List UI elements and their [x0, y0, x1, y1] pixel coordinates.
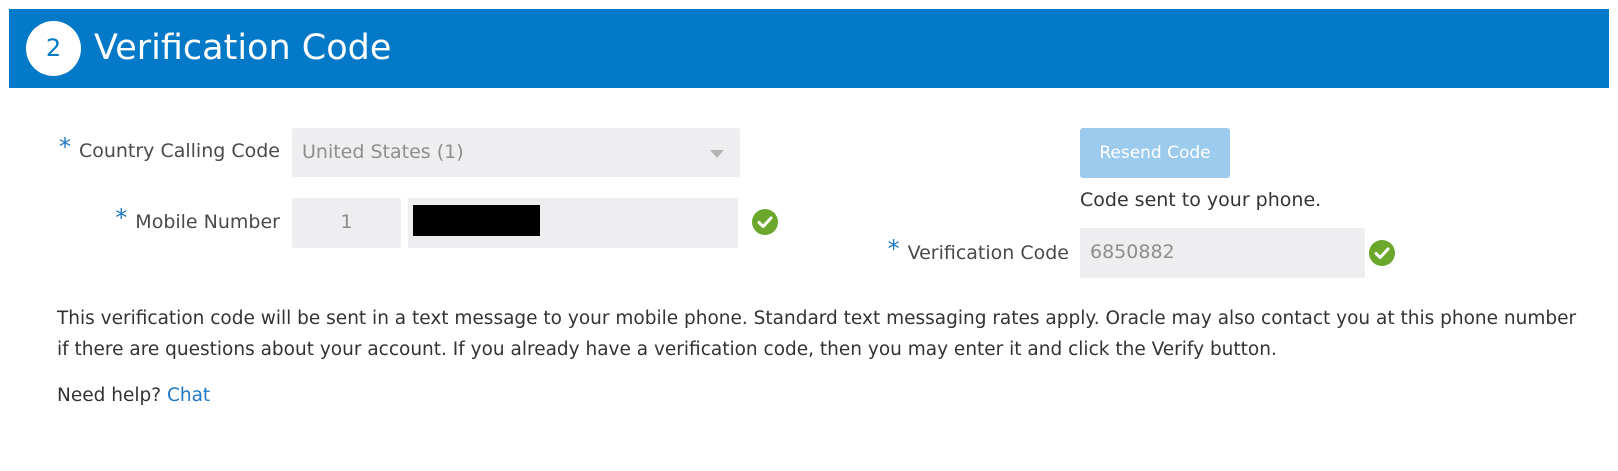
country-calling-code-value: United States (1) — [302, 141, 464, 163]
mobile-number-valid-check-icon — [752, 209, 778, 235]
required-marker: * — [115, 204, 128, 232]
verification-code-valid-check-icon — [1369, 240, 1395, 266]
country-calling-code-select[interactable]: United States (1) — [292, 128, 740, 177]
required-marker: * — [58, 133, 71, 161]
help-line: Need help? Chat — [57, 383, 210, 409]
mobile-number-label-text: Mobile Number — [135, 211, 280, 233]
verification-code-input[interactable]: 6850882 — [1080, 228, 1365, 278]
dropdown-arrow-icon — [710, 150, 724, 158]
verification-code-label: * Verification Code — [887, 235, 1069, 266]
country-calling-code-label-text: Country Calling Code — [78, 140, 280, 162]
chat-link[interactable]: Chat — [167, 385, 210, 406]
resend-code-button[interactable]: Resend Code — [1080, 128, 1230, 178]
verification-code-label-text: Verification Code — [907, 242, 1069, 264]
verification-code-value: 6850882 — [1090, 241, 1175, 263]
redacted-phone-number — [413, 205, 540, 236]
mobile-country-prefix-field[interactable]: 1 — [292, 198, 401, 248]
mobile-number-label: * Mobile Number — [115, 204, 280, 235]
code-sent-message: Code sent to your phone. — [1080, 189, 1322, 211]
verification-info-text: This verification code will be sent in a… — [57, 308, 1577, 360]
need-help-text: Need help? — [57, 385, 162, 406]
step-number-badge: 2 — [26, 21, 81, 76]
mobile-country-prefix-value: 1 — [340, 211, 353, 233]
required-marker: * — [887, 235, 900, 263]
section-title: Verification Code — [94, 28, 392, 68]
country-calling-code-label: * Country Calling Code — [58, 133, 280, 164]
section-header: 2 Verification Code — [9, 9, 1609, 88]
mobile-number-input[interactable] — [408, 198, 738, 248]
